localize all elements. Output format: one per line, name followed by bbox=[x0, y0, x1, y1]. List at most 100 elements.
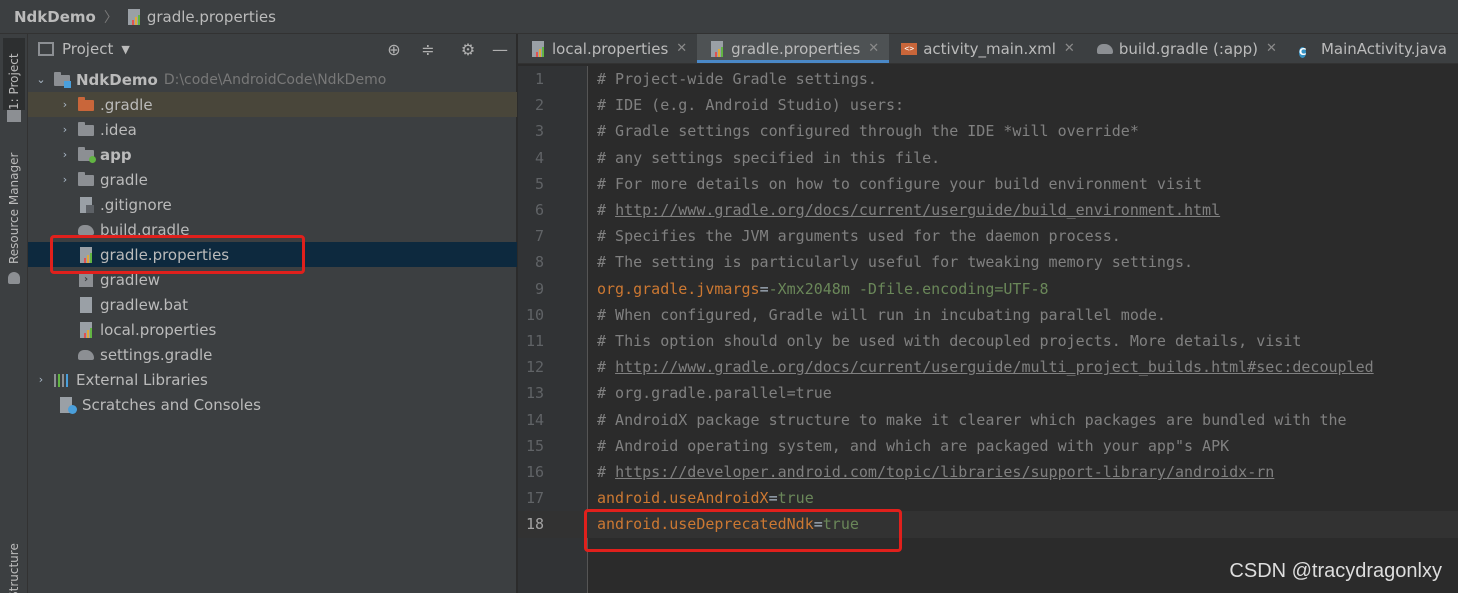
app-module-folder-icon bbox=[78, 146, 96, 163]
tree-item-gradle-dir[interactable]: › .gradle bbox=[28, 92, 517, 117]
tree-item-gitignore[interactable]: .gitignore bbox=[28, 192, 517, 217]
line-text: # For more details on how to configure y… bbox=[597, 171, 1202, 197]
tree-item-label: gradle.properties bbox=[100, 245, 230, 264]
properties-file-icon bbox=[126, 8, 142, 25]
project-tool-tab[interactable]: 1: Project bbox=[3, 38, 25, 110]
properties-file-icon bbox=[78, 246, 94, 263]
line-text: android.useAndroidX=true bbox=[597, 485, 814, 511]
code-line[interactable]: 14 # AndroidX package structure to make i… bbox=[518, 407, 1458, 433]
comment-text: # any settings specified in this file. bbox=[597, 148, 941, 167]
text-file-icon bbox=[78, 296, 94, 313]
line-text: android.useDeprecatedNdk=true bbox=[597, 511, 859, 537]
tab-gradle-properties[interactable]: gradle.properties ✕ bbox=[697, 34, 890, 63]
properties-file-icon bbox=[78, 321, 94, 338]
line-text: # http://www.gradle.org/docs/current/use… bbox=[597, 354, 1374, 380]
equals-sign: = bbox=[768, 489, 778, 508]
structure-tool-tab[interactable]: Structure bbox=[3, 539, 25, 593]
url-link[interactable]: http://www.gradle.org/docs/current/userg… bbox=[615, 358, 1374, 376]
line-number: 16 bbox=[525, 463, 544, 481]
code-line[interactable]: 10 # When configured, Gradle will run in … bbox=[518, 302, 1458, 328]
comment-text: # Gradle settings configured through the… bbox=[597, 122, 1139, 141]
line-text: # The setting is particularly useful for… bbox=[597, 249, 1193, 275]
code-line[interactable]: 3 # Gradle settings configured through th… bbox=[518, 118, 1458, 144]
tab-main-activity-java[interactable]: C MainActivity.java bbox=[1287, 34, 1457, 63]
code-line[interactable]: 4 # any settings specified in this file. bbox=[518, 145, 1458, 171]
chevron-down-icon[interactable]: ▼ bbox=[121, 43, 129, 56]
tree-item-local-properties[interactable]: local.properties bbox=[28, 317, 517, 342]
xml-file-icon: <> bbox=[901, 41, 918, 57]
tab-build-gradle-app[interactable]: build.gradle (:app) ✕ bbox=[1085, 34, 1287, 63]
property-value: true bbox=[822, 515, 859, 534]
code-line[interactable]: 13 # org.gradle.parallel=true bbox=[518, 380, 1458, 406]
code-line[interactable]: 17 android.useAndroidX=true bbox=[518, 485, 1458, 511]
comment-prefix: # bbox=[597, 201, 616, 219]
tree-item-label: gradlew.bat bbox=[100, 295, 189, 314]
code-line[interactable]: 1 # Project-wide Gradle settings. bbox=[518, 66, 1458, 92]
tree-item-label: External Libraries bbox=[76, 370, 208, 389]
code-line[interactable]: 18 android.useDeprecatedNdk=true bbox=[518, 511, 1458, 538]
code-line[interactable]: 6 # http://www.gradle.org/docs/current/us… bbox=[518, 197, 1458, 223]
tree-item-gradle-folder[interactable]: › gradle bbox=[28, 167, 517, 192]
close-icon[interactable]: ✕ bbox=[1266, 41, 1277, 56]
code-line[interactable]: 15 # Android operating system, and which … bbox=[518, 433, 1458, 459]
hide-panel-icon[interactable]: — bbox=[491, 40, 509, 59]
chevron-right-icon[interactable]: › bbox=[58, 148, 72, 161]
chevron-down-icon[interactable]: ⌄ bbox=[34, 73, 48, 86]
tree-item-idea[interactable]: › .idea bbox=[28, 117, 517, 142]
project-view-selector[interactable]: Project bbox=[62, 40, 113, 58]
line-number: 4 bbox=[534, 148, 544, 167]
chevron-right-icon[interactable]: › bbox=[34, 373, 48, 386]
tab-local-properties[interactable]: local.properties ✕ bbox=[518, 34, 697, 63]
comment-text: # AndroidX package structure to make it … bbox=[597, 410, 1347, 429]
breadcrumb-project[interactable]: NdkDemo bbox=[14, 8, 96, 26]
project-panel-header: Project ▼ ⊕ ≑ ⚙ — bbox=[28, 34, 516, 64]
gear-icon[interactable]: ⚙ bbox=[459, 40, 477, 59]
code-line[interactable]: 5 # For more details on how to configure … bbox=[518, 171, 1458, 197]
chevron-right-icon[interactable]: › bbox=[58, 98, 72, 111]
url-link[interactable]: https://developer.android.com/topic/libr… bbox=[615, 463, 1274, 481]
tree-item-external-libraries[interactable]: › External Libraries bbox=[28, 367, 517, 392]
code-line[interactable]: 16 # https://developer.android.com/topic/… bbox=[518, 459, 1458, 485]
tree-item-app[interactable]: › app bbox=[28, 142, 517, 167]
comment-text: # Project-wide Gradle settings. bbox=[597, 70, 877, 88]
project-panel: Project ▼ ⊕ ≑ ⚙ — ⌄ NdkDemo D:\code\Andr… bbox=[28, 34, 517, 593]
chevron-right-icon[interactable]: › bbox=[58, 173, 72, 186]
tree-item-scratches[interactable]: Scratches and Consoles bbox=[28, 392, 517, 417]
tree-item-build-gradle[interactable]: build.gradle bbox=[28, 217, 517, 242]
close-icon[interactable]: ✕ bbox=[676, 41, 687, 56]
tree-item-gradlew[interactable]: › gradlew bbox=[28, 267, 517, 292]
line-text: # Gradle settings configured through the… bbox=[597, 118, 1139, 144]
locate-file-icon[interactable]: ⊕ bbox=[385, 40, 403, 59]
collapse-all-icon[interactable]: ≑ bbox=[419, 40, 437, 59]
code-line[interactable]: 7 # Specifies the JVM arguments used for … bbox=[518, 223, 1458, 249]
tab-activity-main-xml[interactable]: <> activity_main.xml ✕ bbox=[889, 34, 1085, 63]
code-line[interactable]: 11 # This option should only be used with… bbox=[518, 328, 1458, 354]
line-text: # This option should only be used with d… bbox=[597, 328, 1301, 354]
navigation-bar: NdkDemo 〉 gradle.properties bbox=[0, 0, 1458, 34]
code-line[interactable]: 9 org.gradle.jvmargs=-Xmx2048m -Dfile.enc… bbox=[518, 276, 1458, 302]
tree-item-gradlew-bat[interactable]: gradlew.bat bbox=[28, 292, 517, 317]
code-editor[interactable]: 1 # Project-wide Gradle settings. 2 # IDE (… bbox=[518, 66, 1458, 593]
code-line[interactable]: 2 # IDE (e.g. Android Studio) users: bbox=[518, 92, 1458, 118]
line-text: # When configured, Gradle will run in in… bbox=[597, 302, 1166, 328]
code-line[interactable]: 12 # http://www.gradle.org/docs/current/u… bbox=[518, 354, 1458, 380]
java-class-icon: C bbox=[1298, 46, 1307, 58]
comment-text: # When configured, Gradle will run in in… bbox=[597, 305, 1166, 324]
breadcrumb-file[interactable]: gradle.properties bbox=[147, 8, 276, 26]
code-line[interactable]: 8 # The setting is particularly useful fo… bbox=[518, 249, 1458, 275]
close-icon[interactable]: ✕ bbox=[1064, 41, 1075, 56]
url-link[interactable]: http://www.gradle.org/docs/current/userg… bbox=[615, 201, 1220, 219]
resource-manager-tab[interactable]: Resource Manager bbox=[3, 146, 25, 264]
tree-item-ndkdemo[interactable]: ⌄ NdkDemo D:\code\AndroidCode\NdkDemo bbox=[28, 67, 517, 92]
tree-item-gradle-properties[interactable]: gradle.properties bbox=[28, 242, 517, 267]
line-number: 18 bbox=[525, 515, 544, 534]
close-icon[interactable]: ✕ bbox=[868, 41, 879, 56]
line-number: 1 bbox=[534, 70, 544, 88]
scratches-icon bbox=[60, 396, 77, 414]
line-number: 17 bbox=[525, 489, 544, 508]
project-path: D:\code\AndroidCode\NdkDemo bbox=[163, 71, 387, 88]
chevron-right-icon[interactable]: › bbox=[58, 123, 72, 136]
resource-manager-icon bbox=[8, 272, 20, 284]
tree-item-settings-gradle[interactable]: settings.gradle bbox=[28, 342, 517, 367]
comment-text: # The setting is particularly useful for… bbox=[597, 253, 1194, 272]
